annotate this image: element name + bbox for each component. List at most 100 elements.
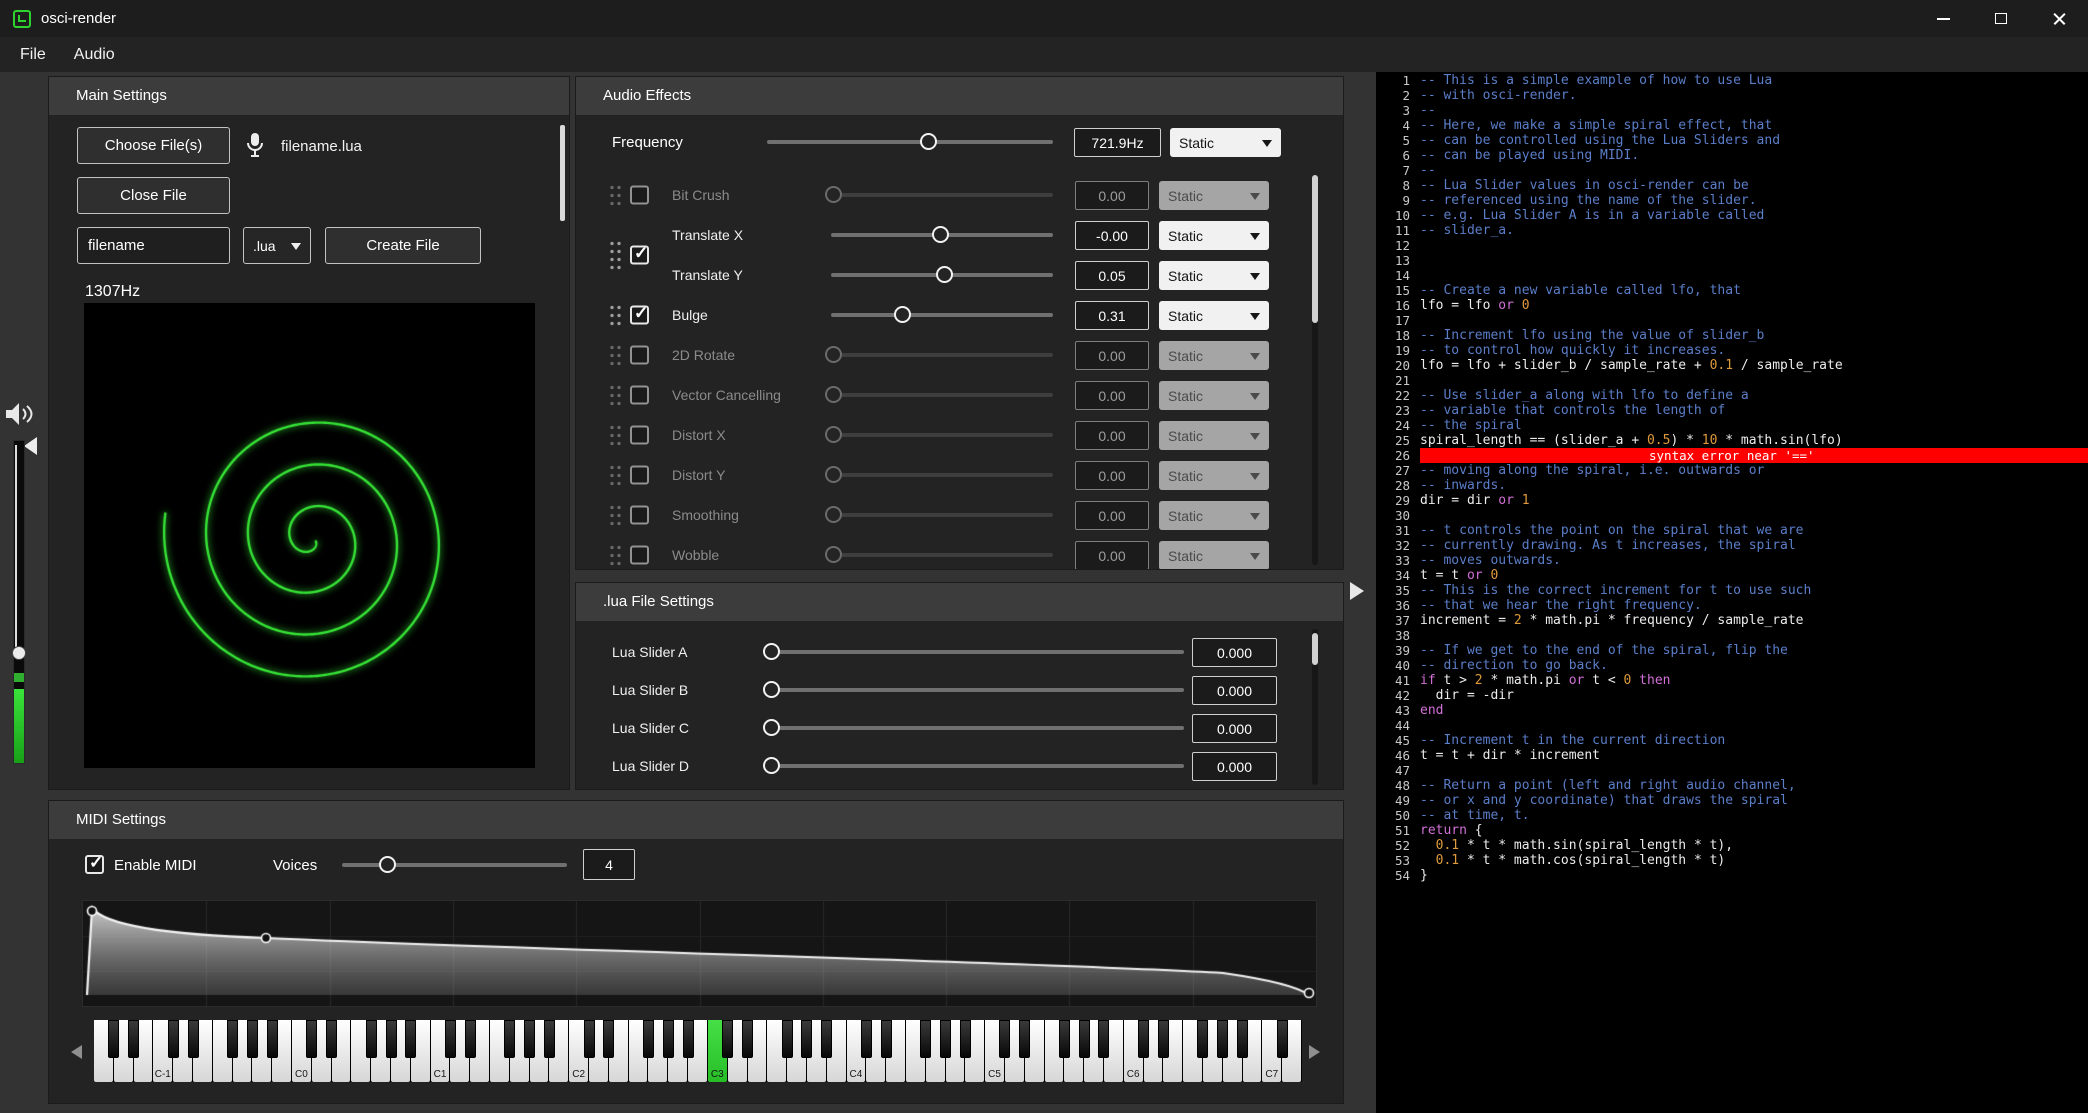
slider-thumb[interactable] xyxy=(932,226,949,243)
effect-value-box[interactable]: 0.05 xyxy=(1075,261,1149,290)
slider[interactable] xyxy=(831,546,1053,564)
effect-mode-dropdown[interactable]: Static xyxy=(1159,541,1269,570)
keyboard-scroll-left-icon[interactable] xyxy=(71,1045,82,1059)
slider-thumb[interactable] xyxy=(825,386,842,403)
slider[interactable] xyxy=(831,266,1053,284)
piano-key[interactable] xyxy=(128,1020,139,1058)
piano-key[interactable] xyxy=(782,1020,793,1058)
slider-thumb[interactable] xyxy=(763,719,780,736)
lua-slider-value-box[interactable]: 0.000 xyxy=(1192,752,1277,781)
slider[interactable] xyxy=(771,643,1184,661)
piano-key[interactable] xyxy=(861,1020,872,1058)
close-file-button[interactable]: Close File xyxy=(77,177,230,214)
effect-value-box[interactable]: 0.00 xyxy=(1075,541,1149,570)
effect-mode-dropdown[interactable]: Static xyxy=(1159,381,1269,410)
frequency-slider[interactable] xyxy=(767,133,1053,151)
enable-midi-checkbox[interactable] xyxy=(85,855,104,874)
effect-mode-dropdown[interactable]: Static xyxy=(1159,181,1269,210)
slider-thumb[interactable] xyxy=(379,856,396,873)
volume-slider-handle-icon[interactable] xyxy=(24,437,37,455)
slider-thumb[interactable] xyxy=(825,426,842,443)
drag-handle-icon[interactable] xyxy=(608,183,622,208)
piano-key[interactable] xyxy=(920,1020,931,1058)
slider-thumb[interactable] xyxy=(825,346,842,363)
piano-key[interactable] xyxy=(1197,1020,1208,1058)
effect-mode-dropdown[interactable]: Static xyxy=(1159,221,1269,250)
piano-key[interactable] xyxy=(504,1020,515,1058)
volume-thumb[interactable] xyxy=(12,646,26,660)
lua-slider-value-box[interactable]: 0.000 xyxy=(1192,638,1277,667)
effect-checkbox[interactable] xyxy=(630,346,649,365)
piano-key[interactable] xyxy=(683,1020,694,1058)
microphone-icon[interactable] xyxy=(245,132,265,160)
drag-handle-icon[interactable] xyxy=(608,303,622,328)
effect-checkbox[interactable] xyxy=(630,546,649,565)
effect-checkbox[interactable] xyxy=(630,466,649,485)
piano-key[interactable] xyxy=(603,1020,614,1058)
slider[interactable] xyxy=(767,133,1053,151)
piano-key[interactable] xyxy=(306,1020,317,1058)
frequency-mode-dropdown[interactable]: Static xyxy=(1170,128,1281,157)
slider-track[interactable] xyxy=(831,433,1053,437)
piano-key[interactable] xyxy=(999,1020,1010,1058)
piano-key[interactable] xyxy=(663,1020,674,1058)
piano-key[interactable] xyxy=(1217,1020,1228,1058)
piano-key[interactable] xyxy=(524,1020,535,1058)
close-button[interactable] xyxy=(2030,0,2088,37)
slider-thumb[interactable] xyxy=(920,133,937,150)
effect-value-box[interactable]: 0.00 xyxy=(1075,381,1149,410)
piano-key[interactable] xyxy=(881,1020,892,1058)
slider[interactable] xyxy=(831,386,1053,404)
slider[interactable] xyxy=(831,466,1053,484)
slider-thumb[interactable] xyxy=(825,506,842,523)
slider[interactable] xyxy=(831,426,1053,444)
effect-value-box[interactable]: 0.31 xyxy=(1075,301,1149,330)
slider-track[interactable] xyxy=(767,140,1053,144)
minimize-button[interactable] xyxy=(1914,0,1972,37)
piano-key[interactable] xyxy=(960,1020,971,1058)
effects-scrollbar[interactable] xyxy=(1312,175,1318,565)
slider-track[interactable] xyxy=(342,863,567,867)
piano-key[interactable] xyxy=(801,1020,812,1058)
piano-key[interactable] xyxy=(821,1020,832,1058)
frequency-value-box[interactable]: 721.9Hz xyxy=(1074,128,1161,157)
piano-key[interactable] xyxy=(1079,1020,1090,1058)
effect-mode-dropdown[interactable]: Static xyxy=(1159,421,1269,450)
scrollbar-thumb[interactable] xyxy=(1312,175,1318,323)
effect-checkbox[interactable] xyxy=(630,506,649,525)
effect-value-box[interactable]: -0.00 xyxy=(1075,221,1149,250)
slider-thumb[interactable] xyxy=(825,466,842,483)
effect-checkbox[interactable] xyxy=(630,306,649,325)
slider-thumb[interactable] xyxy=(825,186,842,203)
piano-key[interactable] xyxy=(1237,1020,1248,1058)
piano-key[interactable] xyxy=(267,1020,278,1058)
piano-key[interactable] xyxy=(1019,1020,1030,1058)
slider[interactable] xyxy=(771,757,1184,775)
slider-track[interactable] xyxy=(771,726,1184,730)
slider-thumb[interactable] xyxy=(763,643,780,660)
slider-thumb[interactable] xyxy=(763,681,780,698)
slider[interactable] xyxy=(831,506,1053,524)
piano-key[interactable] xyxy=(1138,1020,1149,1058)
voices-slider[interactable] xyxy=(342,856,567,874)
slider-track[interactable] xyxy=(831,353,1053,357)
slider[interactable] xyxy=(831,306,1053,324)
voices-value-box[interactable]: 4 xyxy=(583,849,635,880)
piano-key[interactable] xyxy=(227,1020,238,1058)
code-editor[interactable]: 1-- This is a simple example of how to u… xyxy=(1376,67,2088,1113)
piano-key[interactable] xyxy=(168,1020,179,1058)
drag-handle-icon[interactable] xyxy=(608,423,622,448)
piano-key[interactable] xyxy=(544,1020,555,1058)
piano-key[interactable] xyxy=(584,1020,595,1058)
envelope-editor[interactable] xyxy=(82,900,1317,1007)
piano-keyboard[interactable]: C-1C0C1C2C3C4C5C6C7 xyxy=(94,1020,1302,1082)
piano-key[interactable] xyxy=(643,1020,654,1058)
piano-key[interactable] xyxy=(247,1020,258,1058)
main-settings-scrollbar[interactable] xyxy=(560,125,565,221)
speaker-icon[interactable] xyxy=(5,402,35,426)
effect-checkbox[interactable] xyxy=(630,426,649,445)
drag-handle-icon[interactable] xyxy=(608,383,622,408)
piano-key[interactable] xyxy=(742,1020,753,1058)
choose-files-button[interactable]: Choose File(s) xyxy=(77,127,230,164)
slider-track[interactable] xyxy=(831,513,1053,517)
